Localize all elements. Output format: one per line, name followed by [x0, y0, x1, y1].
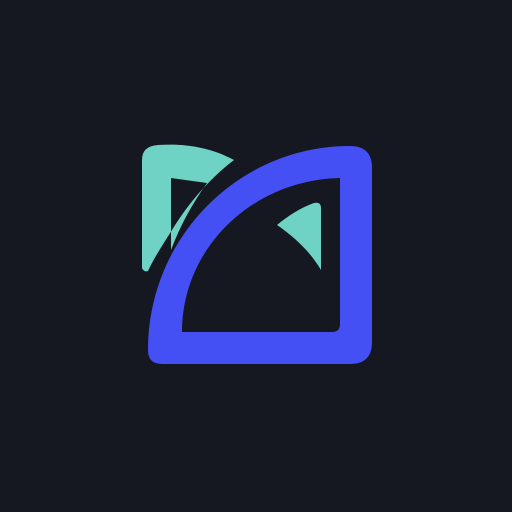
teal-inner-arc-shape	[277, 202, 321, 270]
app-logo-icon	[142, 144, 372, 364]
app-icon-canvas	[0, 0, 512, 512]
